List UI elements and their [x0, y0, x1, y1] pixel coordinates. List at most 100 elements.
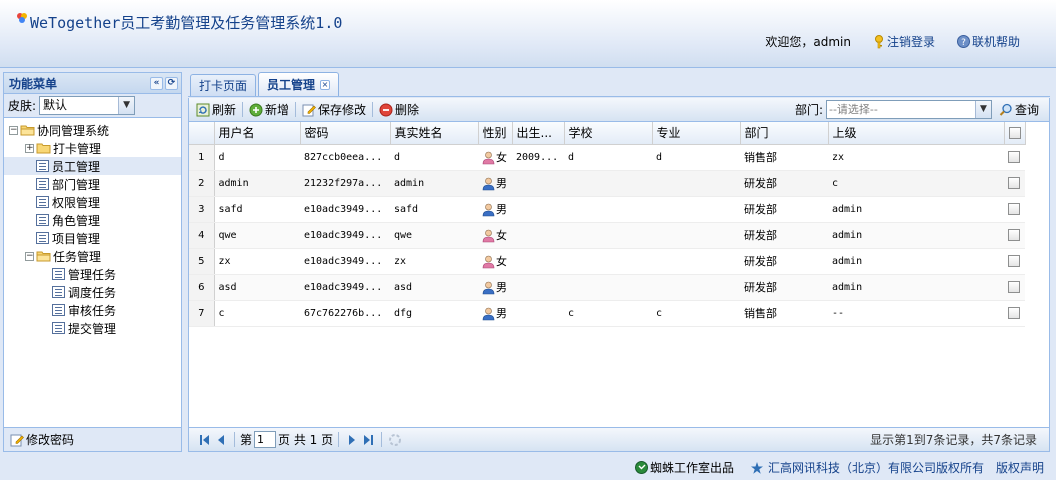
skin-select[interactable]: 默认 ▼	[39, 96, 136, 115]
tree-node-task-submit[interactable]: 提交管理	[4, 319, 181, 337]
cell-password[interactable]: e10adc3949...	[300, 274, 390, 301]
column-header-birth[interactable]: 出生...	[512, 122, 565, 145]
cell-school[interactable]	[564, 170, 652, 197]
cell-birth[interactable]	[512, 248, 564, 275]
tree-node-role[interactable]: 角色管理	[4, 211, 181, 229]
cell-gender[interactable]: 男	[478, 300, 512, 327]
cell-department[interactable]: 研发部	[740, 222, 828, 249]
tree-node-permission[interactable]: 权限管理	[4, 193, 181, 211]
cell-birth[interactable]	[512, 300, 564, 327]
cell-password[interactable]: 827ccb0eea...	[300, 144, 390, 171]
cell-password[interactable]: e10adc3949...	[300, 248, 390, 275]
table-row[interactable]: 4 qwe e10adc3949... qwe 女研发部 admin	[189, 222, 1025, 249]
tree-node-task-manage[interactable]: 管理任务	[4, 265, 181, 283]
cell-username[interactable]: d	[214, 144, 300, 171]
cell-birth[interactable]: 2009...	[512, 144, 564, 171]
cell-major[interactable]	[652, 196, 740, 223]
cell-department[interactable]: 销售部	[740, 144, 828, 171]
table-row[interactable]: 1 d 827ccb0eea... d 女 2009... d d 销售部 zx	[189, 144, 1025, 171]
cell-major[interactable]	[652, 248, 740, 275]
reload-button[interactable]	[387, 432, 403, 448]
cell-school[interactable]: d	[564, 144, 652, 171]
cell-superior[interactable]: --	[828, 300, 1004, 327]
tree-node-employee[interactable]: 员工管理	[4, 157, 181, 175]
cell-superior[interactable]: zx	[828, 144, 1004, 171]
cell-superior[interactable]: c	[828, 170, 1004, 197]
cell-department[interactable]: 研发部	[740, 274, 828, 301]
table-row[interactable]: 2 admin 21232f297a... admin 男研发部 c	[189, 170, 1025, 197]
cell-department[interactable]: 研发部	[740, 248, 828, 275]
change-password-link[interactable]: 修改密码	[4, 427, 181, 451]
page-number-input[interactable]: 1	[254, 431, 277, 448]
cell-gender[interactable]: 男	[478, 170, 512, 197]
cell-password[interactable]: 21232f297a...	[300, 170, 390, 197]
tab-employee-management[interactable]: 员工管理 ×	[258, 72, 340, 96]
close-icon[interactable]: ×	[320, 79, 331, 90]
cell-password[interactable]: e10adc3949...	[300, 196, 390, 223]
cell-major[interactable]	[652, 170, 740, 197]
cell-realname[interactable]: safd	[390, 196, 478, 223]
cell-gender[interactable]: 女	[478, 144, 512, 171]
cell-username[interactable]: c	[214, 300, 300, 327]
tree-node-root[interactable]: − 协同管理系统	[4, 121, 181, 139]
cell-superior[interactable]: admin	[828, 222, 1004, 249]
row-checkbox[interactable]	[1008, 203, 1020, 215]
cell-realname[interactable]: dfg	[390, 300, 478, 327]
tree-node-project[interactable]: 项目管理	[4, 229, 181, 247]
cell-realname[interactable]: d	[390, 144, 478, 171]
collapse-panel-icon[interactable]: «	[150, 76, 163, 90]
table-row[interactable]: 7 c 67c762276b... dfg 男 c c 销售部 --	[189, 300, 1025, 327]
row-checkbox[interactable]	[1008, 307, 1020, 319]
cell-major[interactable]	[652, 274, 740, 301]
cell-birth[interactable]	[512, 196, 564, 223]
prev-page-button[interactable]	[213, 432, 229, 448]
tab-punch-page[interactable]: 打卡页面	[190, 74, 257, 96]
row-checkbox[interactable]	[1008, 229, 1020, 241]
tree-node-punch[interactable]: + 打卡管理	[4, 139, 181, 157]
column-header-gender[interactable]: 性别	[478, 122, 513, 145]
column-header-school[interactable]: 学校	[564, 122, 653, 145]
cell-major[interactable]: d	[652, 144, 740, 171]
next-page-button[interactable]	[344, 432, 360, 448]
table-row[interactable]: 5 zx e10adc3949... zx 女研发部 admin	[189, 248, 1025, 275]
tree-node-task-review[interactable]: 审核任务	[4, 301, 181, 319]
cell-birth[interactable]	[512, 222, 564, 249]
select-all-checkbox[interactable]	[1008, 127, 1021, 140]
cell-gender[interactable]: 女	[478, 248, 512, 275]
copyright-link[interactable]: 版权声明	[996, 459, 1044, 476]
cell-gender[interactable]: 男	[478, 274, 512, 301]
cell-realname[interactable]: admin	[390, 170, 478, 197]
column-header-password[interactable]: 密码	[300, 122, 391, 145]
cell-username[interactable]: zx	[214, 248, 300, 275]
cell-username[interactable]: qwe	[214, 222, 300, 249]
cell-realname[interactable]: asd	[390, 274, 478, 301]
save-changes-button[interactable]: 保存修改	[298, 100, 370, 120]
column-header-superior[interactable]: 上级	[828, 122, 1005, 145]
cell-school[interactable]	[564, 248, 652, 275]
collapse-icon[interactable]: −	[9, 125, 18, 135]
cell-gender[interactable]: 男	[478, 196, 512, 223]
tree-node-task[interactable]: − 任务管理	[4, 247, 181, 265]
cell-birth[interactable]	[512, 274, 564, 301]
row-checkbox[interactable]	[1008, 151, 1020, 163]
cell-realname[interactable]: zx	[390, 248, 478, 275]
cell-superior[interactable]: admin	[828, 248, 1004, 275]
cell-realname[interactable]: qwe	[390, 222, 478, 249]
row-checkbox[interactable]	[1008, 281, 1020, 293]
logout-link[interactable]: 注销登录	[873, 33, 935, 50]
cell-username[interactable]: admin	[214, 170, 300, 197]
row-checkbox[interactable]	[1008, 177, 1020, 189]
refresh-button[interactable]: 刷新	[192, 100, 240, 120]
cell-department[interactable]: 销售部	[740, 300, 828, 327]
table-row[interactable]: 6 asd e10adc3949... asd 男研发部 admin	[189, 274, 1025, 301]
cell-major[interactable]: c	[652, 300, 740, 327]
column-header-department[interactable]: 部门	[740, 122, 829, 145]
column-header-realname[interactable]: 真实姓名	[390, 122, 479, 145]
table-row[interactable]: 3 safd e10adc3949... safd 男研发部 admin	[189, 196, 1025, 223]
cell-gender[interactable]: 女	[478, 222, 512, 249]
help-link[interactable]: ? 联机帮助	[956, 33, 1020, 50]
department-select[interactable]: --请选择-- ▼	[825, 100, 992, 119]
expand-icon[interactable]: +	[25, 143, 34, 153]
column-header-major[interactable]: 专业	[652, 122, 741, 145]
cell-password[interactable]: 67c762276b...	[300, 300, 390, 327]
